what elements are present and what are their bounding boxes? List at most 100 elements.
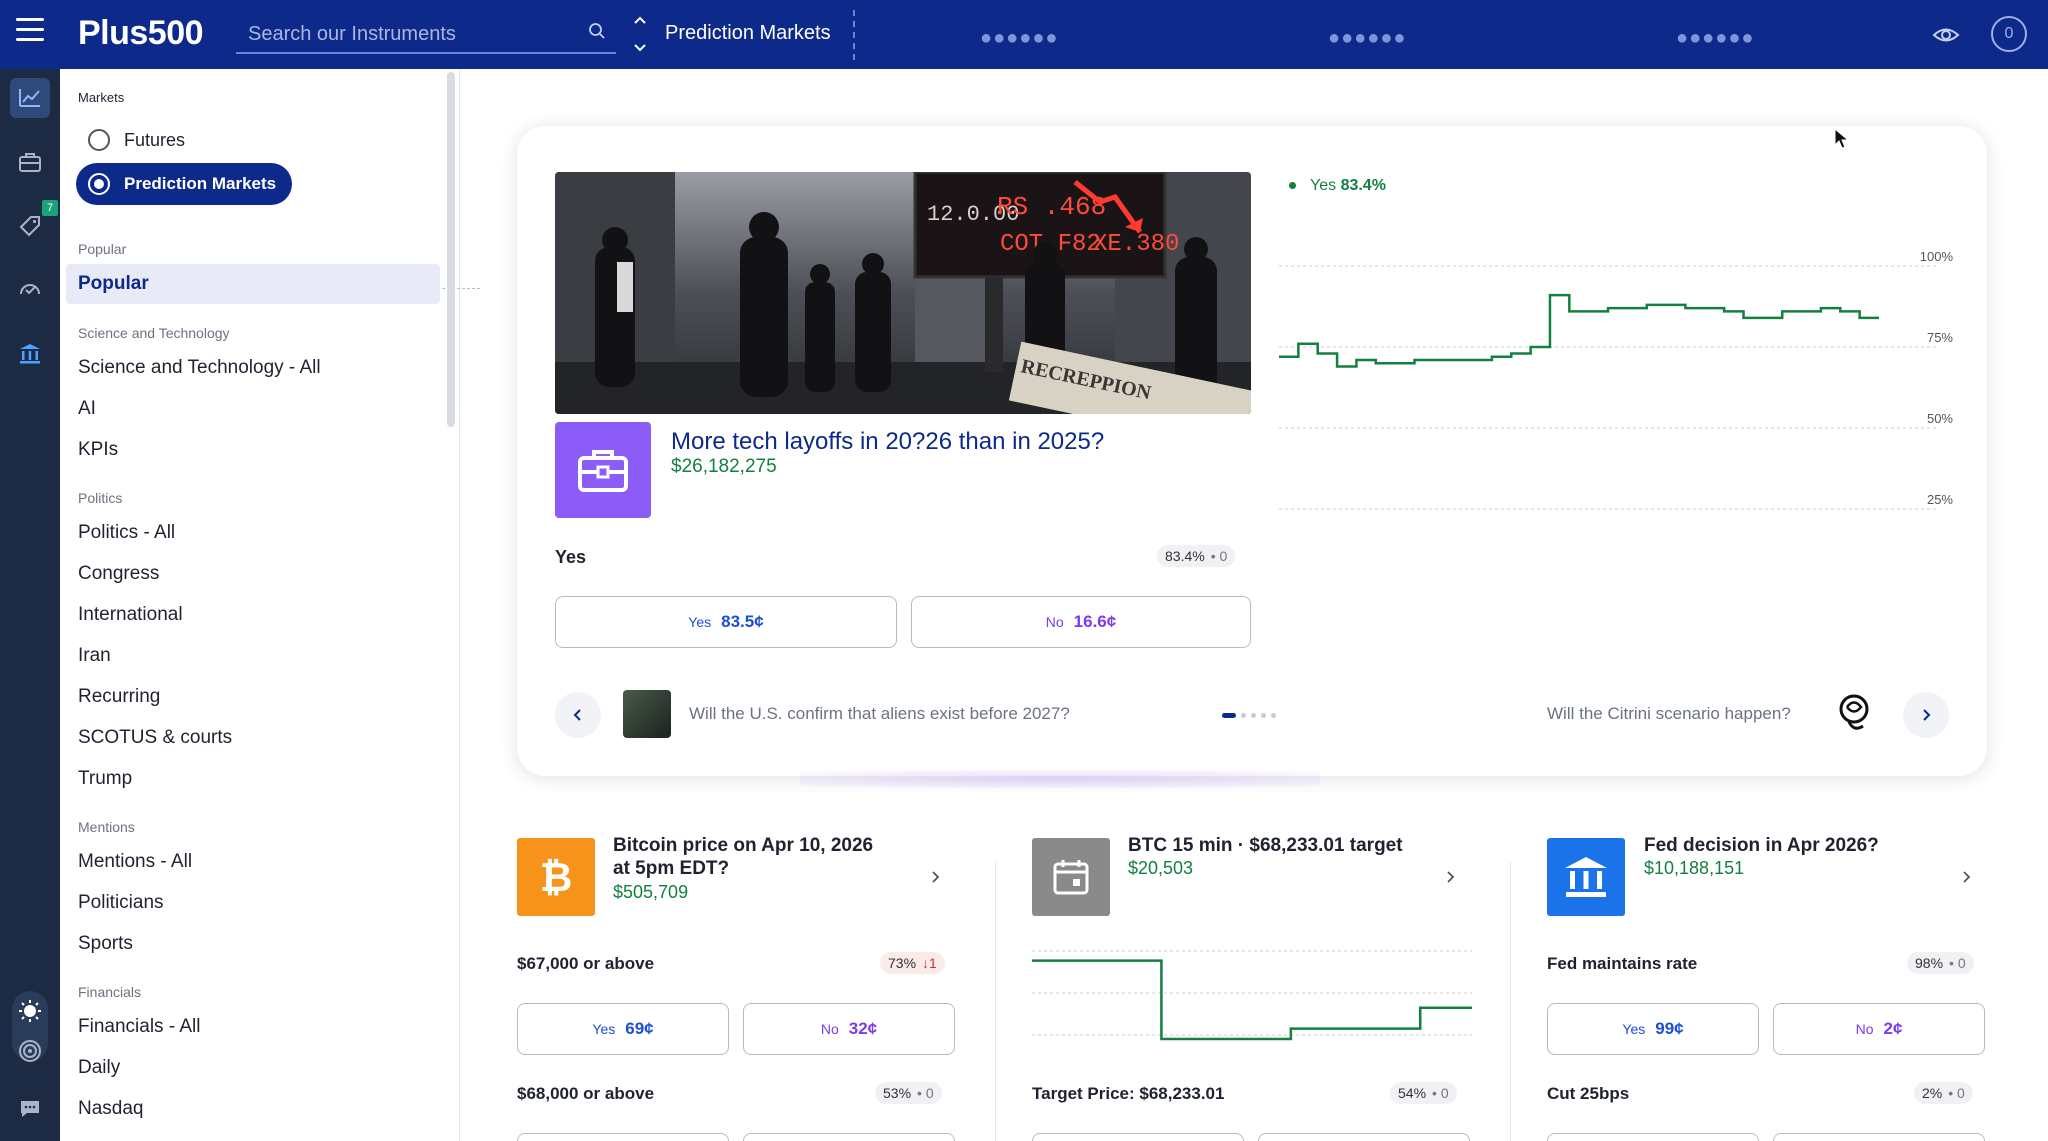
check-gauge-icon[interactable]: [10, 270, 50, 310]
pager-dot[interactable]: [1261, 712, 1266, 718]
nav-item-politicians[interactable]: Politicians: [78, 892, 164, 914]
radio-icon: [88, 129, 110, 151]
chevron-right-icon[interactable]: [1445, 870, 1457, 884]
carousel-prev-thumbnail[interactable]: [623, 690, 671, 738]
outcome-label: Yes: [555, 547, 587, 567]
nav-item-international[interactable]: International: [78, 604, 183, 626]
carousel-pager[interactable]: [1222, 711, 1276, 719]
buy-yes-button[interactable]: Yes 83.5¢: [555, 596, 897, 648]
nav-item-politics-all[interactable]: Politics - All: [78, 522, 175, 544]
chevron-right-icon[interactable]: [930, 870, 942, 884]
market-volume: $26,182,275: [671, 456, 777, 477]
pager-dot[interactable]: [1271, 712, 1276, 718]
nav-item-trump[interactable]: Trump: [78, 768, 132, 790]
calendar-icon[interactable]: [1032, 838, 1110, 916]
nav-item-nasdaq[interactable]: Nasdaq: [78, 1098, 144, 1120]
mouse-cursor-icon: [1834, 128, 1850, 149]
nav-item-sports[interactable]: Sports: [78, 933, 133, 955]
bitcoin-icon[interactable]: ₿: [517, 838, 595, 916]
nav-item-recurring[interactable]: Recurring: [78, 686, 160, 708]
nav-item-popular[interactable]: Popular: [66, 264, 440, 304]
btc-mini-chart[interactable]: [1032, 940, 1472, 1060]
eye-icon[interactable]: [1932, 24, 1960, 46]
card-1-yes-button[interactable]: Yes 69¢: [517, 1003, 729, 1055]
search-input[interactable]: Search our Instruments: [236, 12, 616, 54]
avatar[interactable]: 0: [1991, 16, 2027, 52]
buy-no-button[interactable]: No 16.6¢: [911, 596, 1251, 648]
pager-dot[interactable]: [1241, 712, 1246, 718]
card-1-row-2-no-button[interactable]: [743, 1133, 955, 1141]
card-2-no-button[interactable]: [1258, 1133, 1470, 1141]
portfolio-icon[interactable]: [10, 142, 50, 182]
hero-image[interactable]: 12.0.00 RS .468 COT.F82 XE.380 RECREPPIO…: [555, 172, 1251, 414]
yes-price: 69¢: [625, 1019, 654, 1038]
nav-item-ai[interactable]: AI: [78, 398, 96, 420]
nav-item-congress[interactable]: Congress: [78, 563, 159, 585]
nav-item-science-all[interactable]: Science and Technology - All: [78, 357, 321, 379]
card-1-no-button[interactable]: No 32¢: [743, 1003, 955, 1055]
header-divider: [853, 10, 855, 60]
sidenav-scrollbar[interactable]: [447, 72, 455, 427]
card-3-row-1-label: Fed maintains rate: [1547, 954, 1698, 973]
card-1-title[interactable]: Bitcoin price on Apr 10, 2026 at 5pm EDT…: [613, 834, 873, 880]
carousel-prev-title[interactable]: Will the U.S. confirm that aliens exist …: [689, 704, 1070, 724]
tag-icon[interactable]: [10, 206, 50, 246]
pager-dot-active[interactable]: [1222, 712, 1236, 718]
masked-balance-2: ●●●●●●: [1328, 27, 1407, 49]
radio-futures[interactable]: Futures: [76, 119, 185, 161]
chat-icon[interactable]: [10, 1089, 50, 1129]
card-1-row-2-yes-button[interactable]: [517, 1133, 729, 1141]
card-divider: [1510, 862, 1511, 1141]
outcome-pct-badge: 83.4% • 0: [1157, 545, 1236, 567]
card-1-row-1-label: $67,000 or above: [517, 954, 655, 973]
carousel-next-title[interactable]: Will the Citrini scenario happen?: [1547, 704, 1791, 724]
btc-price-line: [1032, 959, 1472, 1041]
carousel-prev-button[interactable]: [555, 692, 601, 738]
bank-icon[interactable]: [1547, 838, 1625, 916]
yes-label: Yes: [1622, 1021, 1646, 1037]
pager-dot[interactable]: [1251, 712, 1256, 718]
nav-item-kpis[interactable]: KPIs: [78, 439, 118, 461]
card-1-volume: $505,709: [613, 882, 689, 902]
radio-prediction-markets[interactable]: Prediction Markets: [76, 163, 293, 205]
legend-dot: [1289, 182, 1296, 190]
yes-price: 99¢: [1655, 1019, 1684, 1038]
y-tick-label: 75%: [1927, 330, 1953, 345]
no-price: 32¢: [848, 1019, 878, 1038]
market-title-link[interactable]: More tech layoffs in 20?26 than in 2025?: [671, 428, 1104, 456]
card-3-row-2-yes-button[interactable]: [1547, 1133, 1759, 1141]
menu-icon[interactable]: [16, 18, 44, 42]
nav-item-financials-all[interactable]: Financials - All: [78, 1016, 201, 1038]
chevron-right-icon[interactable]: [1961, 870, 1973, 884]
target-icon[interactable]: [10, 1031, 50, 1071]
nav-item-mentions-all[interactable]: Mentions - All: [78, 851, 192, 873]
bank-icon[interactable]: [10, 334, 50, 374]
card-1-row-2-pct: 53%: [883, 1085, 912, 1101]
chart-icon[interactable]: [10, 78, 50, 118]
no-label: No: [1855, 1021, 1874, 1037]
nav-item-iran[interactable]: Iran: [78, 645, 111, 667]
nav-item-scotus[interactable]: SCOTUS & courts: [78, 727, 232, 749]
section-mentions: Mentions: [78, 819, 135, 835]
price-history-chart[interactable]: 100%75%50%25%0%: [1279, 206, 1969, 566]
search-placeholder: Search our Instruments: [248, 23, 456, 45]
section-popular: Popular: [78, 241, 127, 257]
nav-item-daily[interactable]: Daily: [78, 1057, 120, 1079]
card-3-row-2-pct: 2%: [1922, 1085, 1943, 1101]
card-1-row-2-label: $68,000 or above: [517, 1084, 655, 1103]
plus500-logo[interactable]: Plus500: [78, 14, 204, 53]
markets-sidenav: Markets Futures Prediction Markets Popul…: [60, 69, 480, 1141]
yes-label: Yes: [592, 1021, 616, 1037]
card-3-title[interactable]: Fed decision in Apr 2026?: [1644, 834, 1879, 857]
search-icon[interactable]: [588, 22, 606, 40]
card-3-yes-button[interactable]: Yes 99¢: [1547, 1003, 1759, 1055]
section-financials: Financials: [78, 984, 142, 1000]
ticker-text-4: XE.380: [1093, 231, 1179, 258]
card-1-title-line2: at 5pm EDT?: [613, 858, 730, 879]
carousel-next-button[interactable]: [1903, 692, 1949, 738]
card-3-row-2-no-button[interactable]: [1773, 1133, 1985, 1141]
card-3-no-button[interactable]: No 2¢: [1773, 1003, 1985, 1055]
card-2-yes-button[interactable]: [1032, 1133, 1244, 1141]
card-2-title[interactable]: BTC 15 min · $68,233.01 target: [1128, 834, 1403, 857]
market-switch-arrows-icon[interactable]: [632, 14, 648, 54]
